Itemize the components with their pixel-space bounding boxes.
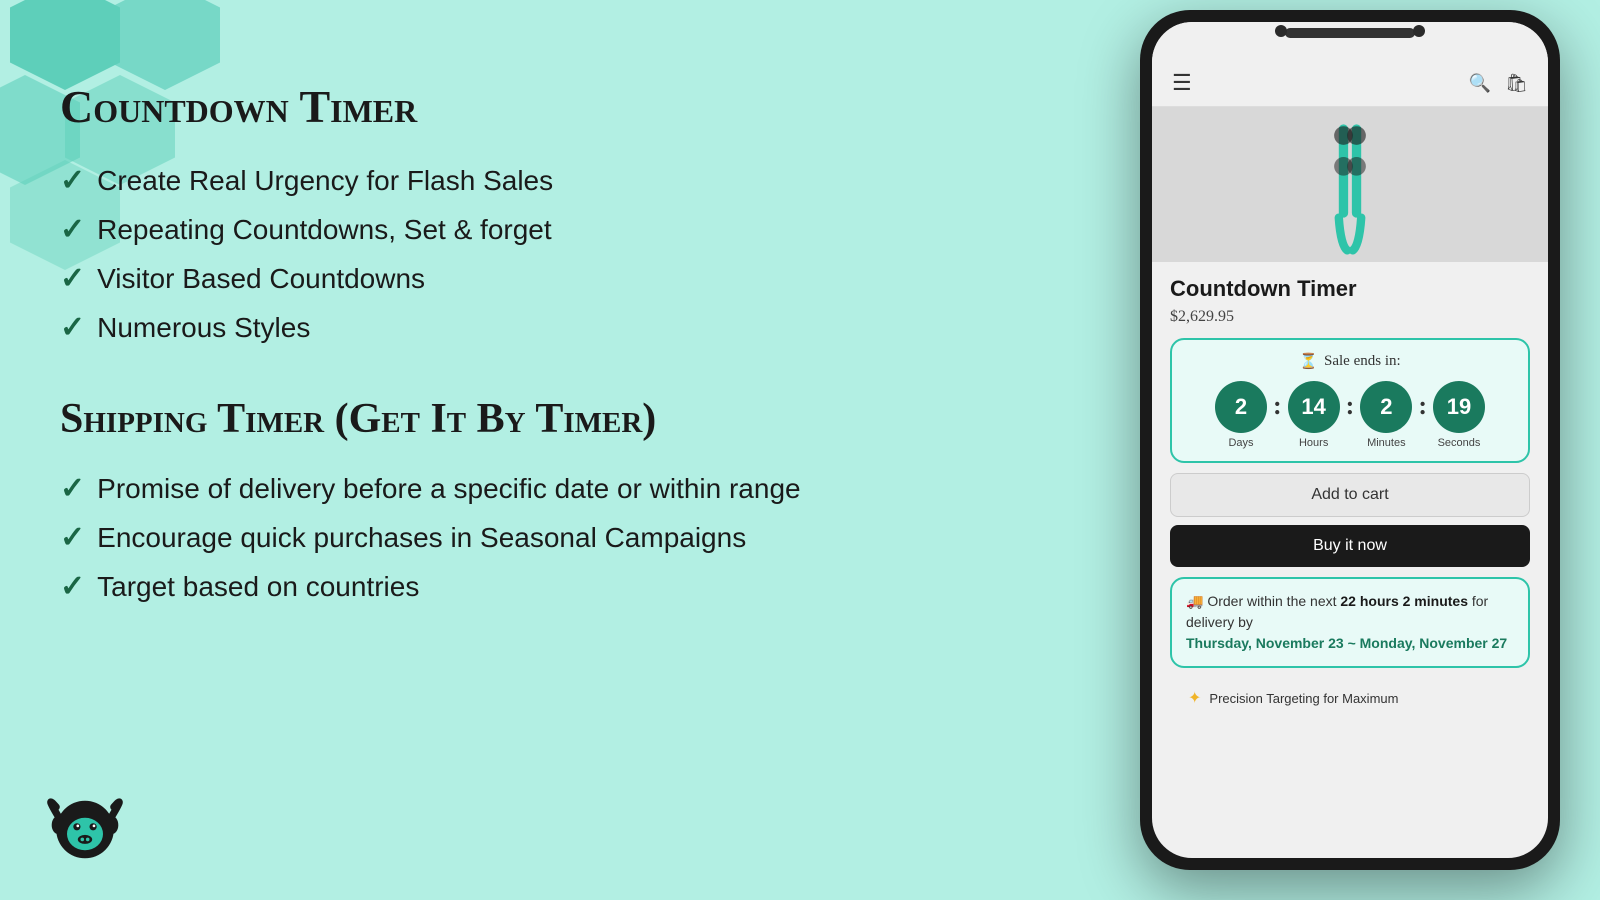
feature-text: Encourage quick purchases in Seasonal Ca… [97, 522, 746, 554]
colon-1: : [1273, 391, 1282, 421]
countdown-header-text: Sale ends in: [1324, 353, 1401, 370]
feature-item: ✓ Encourage quick purchases in Seasonal … [60, 520, 960, 555]
bull-logo [40, 780, 130, 870]
search-icon[interactable]: 🔍 [1469, 73, 1491, 94]
hours-circle: 14 [1288, 381, 1340, 433]
hourglass-icon: ⏳ [1299, 352, 1318, 371]
phone-screen: ☰ 🔍 🛍 [1152, 22, 1548, 858]
colon-3: : [1418, 391, 1427, 421]
buy-now-button[interactable]: Buy it now [1170, 525, 1530, 567]
product-image-area [1152, 107, 1548, 262]
check-icon: ✓ [60, 471, 85, 506]
phone-camera-right [1413, 25, 1425, 37]
feature-item: ✓ Promise of delivery before a specific … [60, 471, 960, 506]
product-info: Countdown Timer $2,629.95 ⏳ Sale ends in… [1152, 262, 1548, 728]
features-list-2: ✓ Promise of delivery before a specific … [60, 471, 960, 604]
check-icon: ✓ [60, 520, 85, 555]
minutes-label: Minutes [1367, 437, 1406, 449]
precision-bar: ✦ Precision Targeting for Maximum [1170, 678, 1530, 718]
precision-text: Precision Targeting for Maximum [1209, 691, 1398, 706]
add-to-cart-button[interactable]: Add to cart [1170, 473, 1530, 517]
minutes-circle: 2 [1360, 381, 1412, 433]
timer-minutes: 2 Minutes [1360, 381, 1412, 449]
product-image [1290, 115, 1410, 255]
shipping-box: 🚚 Order within the next 22 hours 2 minut… [1170, 577, 1530, 668]
menu-icon[interactable]: ☰ [1172, 70, 1192, 96]
precision-star-icon: ✦ [1188, 688, 1201, 708]
feature-item: ✓ Target based on countries [60, 569, 960, 604]
section1-title: Countdown Timer [60, 80, 960, 133]
timer-days: 2 Days [1215, 381, 1267, 449]
product-price: $2,629.95 [1170, 308, 1530, 326]
feature-text: Visitor Based Countdowns [97, 263, 425, 295]
colon-2: : [1346, 391, 1355, 421]
check-icon: ✓ [60, 310, 85, 345]
phone-camera-left [1275, 25, 1287, 37]
feature-text: Repeating Countdowns, Set & forget [97, 214, 552, 246]
phone-notch [1285, 28, 1415, 38]
hex-2 [110, 0, 220, 90]
feature-item: ✓ Create Real Urgency for Flash Sales [60, 163, 960, 198]
topbar-icons: 🔍 🛍 [1469, 73, 1528, 94]
feature-text: Create Real Urgency for Flash Sales [97, 165, 553, 197]
days-circle: 2 [1215, 381, 1267, 433]
seconds-circle: 19 [1433, 381, 1485, 433]
check-icon: ✓ [60, 212, 85, 247]
feature-item: ✓ Numerous Styles [60, 310, 960, 345]
timer-hours: 14 Hours [1288, 381, 1340, 449]
feature-item: ✓ Visitor Based Countdowns [60, 261, 960, 296]
phone-outer: ☰ 🔍 🛍 [1140, 10, 1560, 870]
check-icon: ✓ [60, 163, 85, 198]
seconds-label: Seconds [1438, 437, 1481, 449]
days-label: Days [1228, 437, 1253, 449]
left-content: Countdown Timer ✓ Create Real Urgency fo… [60, 80, 960, 654]
product-title: Countdown Timer [1170, 276, 1530, 302]
countdown-timer: 2 Days : 14 Hours : 2 Minutes [1186, 381, 1514, 449]
phone-mockup: ☰ 🔍 🛍 [1140, 10, 1570, 880]
feature-item: ✓ Repeating Countdowns, Set & forget [60, 212, 960, 247]
timer-seconds: 19 Seconds [1433, 381, 1485, 449]
shipping-text-before: Order within the next [1207, 593, 1336, 609]
truck-icon: 🚚 [1186, 593, 1203, 609]
check-icon: ✓ [60, 569, 85, 604]
feature-text: Target based on countries [97, 571, 419, 603]
feature-text: Promise of delivery before a specific da… [97, 473, 800, 505]
cart-icon[interactable]: 🛍 [1505, 73, 1528, 94]
feature-text: Numerous Styles [97, 312, 310, 344]
countdown-header: ⏳ Sale ends in: [1186, 352, 1514, 371]
section2-title: Shipping Timer (Get It By Timer) [60, 395, 960, 443]
shipping-time: 22 hours 2 minutes [1340, 593, 1468, 609]
countdown-box: ⏳ Sale ends in: 2 Days : 14 Hours [1170, 338, 1530, 463]
features-list-1: ✓ Create Real Urgency for Flash Sales ✓ … [60, 163, 960, 345]
hours-label: Hours [1299, 437, 1328, 449]
check-icon: ✓ [60, 261, 85, 296]
shipping-date: Thursday, November 23 ~ Monday, November… [1186, 635, 1507, 651]
